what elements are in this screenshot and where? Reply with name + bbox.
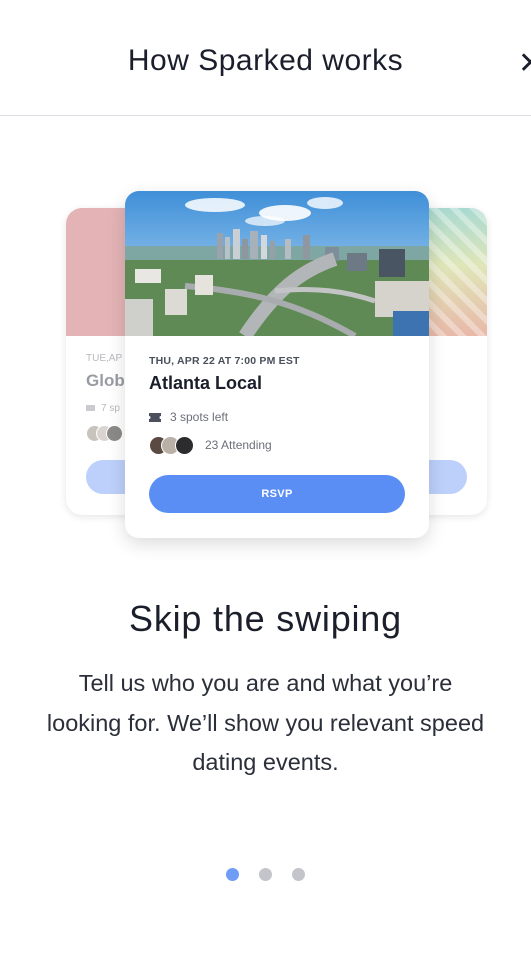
attendee-avatars	[86, 425, 126, 442]
ticket-icon	[149, 412, 161, 422]
ticket-icon	[86, 405, 95, 412]
attending-count: 23 Attending	[205, 438, 272, 452]
page-dot-3[interactable]	[292, 868, 305, 881]
onboarding-description: Tell us who you are and what you’re look…	[46, 670, 485, 775]
header: How Sparked works ✕	[0, 0, 531, 116]
event-card-spots: 7 sp	[86, 403, 120, 414]
pagination-dots	[0, 868, 531, 882]
event-card-current[interactable]: THU, APR 22 AT 7:00 PM EST Atlanta Local…	[125, 191, 429, 538]
event-card-date: TUE,AP	[86, 353, 123, 364]
close-button[interactable]: ✕	[518, 44, 531, 84]
close-icon: ✕	[518, 47, 531, 80]
attendee-avatars	[149, 435, 197, 455]
rsvp-button[interactable]: RSVP	[149, 475, 405, 513]
spots-remaining: 3 spots left	[149, 409, 228, 425]
event-card-body: THU, APR 22 AT 7:00 PM EST Atlanta Local…	[125, 191, 429, 538]
event-card-title: Glob	[86, 371, 125, 390]
event-card-title: Atlanta Local	[149, 373, 263, 393]
page-dot-1[interactable]	[226, 868, 239, 881]
attendees: 23 Attending	[149, 435, 272, 455]
page-title: How Sparked works	[127, 44, 404, 77]
onboarding-screen: How Sparked works ✕ TUE,AP Glob 7 sp THU…	[0, 0, 531, 978]
spots-text: 3 spots left	[170, 410, 229, 424]
event-card-date: THU, APR 22 AT 7:00 PM EST	[149, 355, 300, 367]
onboarding-headline: Skip the swiping	[129, 598, 402, 639]
avatar	[175, 436, 194, 455]
page-dot-2[interactable]	[259, 868, 272, 881]
avatar	[106, 425, 123, 442]
